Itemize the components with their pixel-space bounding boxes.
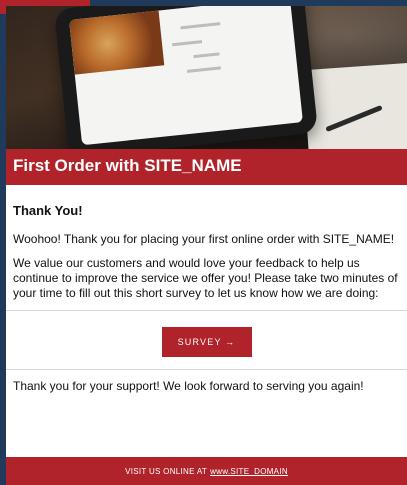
menu-line: [172, 40, 203, 47]
email-paragraph-1: Woohoo! Thank you for placing your first…: [13, 232, 395, 246]
divider: [6, 310, 407, 311]
closing-text: Thank you for your support! We look forw…: [13, 379, 364, 393]
survey-button[interactable]: SURVEY →: [161, 327, 252, 357]
email-paragraph-2: We value our customers and would love yo…: [13, 256, 398, 300]
hero-food-photo: [69, 10, 165, 75]
email-container: First Order with SITE_NAME Thank You! Wo…: [6, 6, 407, 485]
email-body: Thank You! Woohoo! Thank you for placing…: [6, 185, 407, 301]
hero-paper: [303, 61, 407, 149]
hero-tablet-screen: [69, 6, 303, 146]
survey-section: SURVEY →: [6, 315, 407, 369]
hero-image: [6, 6, 407, 149]
menu-line: [186, 66, 222, 73]
menu-line: [193, 52, 220, 59]
email-title-bar: First Order with SITE_NAME: [6, 149, 407, 185]
footer-text: VISIT US ONLINE AT: [125, 466, 208, 476]
email-heading: Thank You!: [13, 203, 83, 218]
footer-site-link[interactable]: www.SITE_DOMAIN: [210, 467, 288, 476]
email-title: First Order with SITE_NAME: [13, 156, 242, 175]
email-footer: VISIT US ONLINE AT www.SITE_DOMAIN: [6, 457, 407, 485]
hero-tablet: [53, 6, 319, 149]
closing-section: Thank you for your support! We look forw…: [6, 370, 407, 394]
menu-line: [180, 22, 221, 30]
